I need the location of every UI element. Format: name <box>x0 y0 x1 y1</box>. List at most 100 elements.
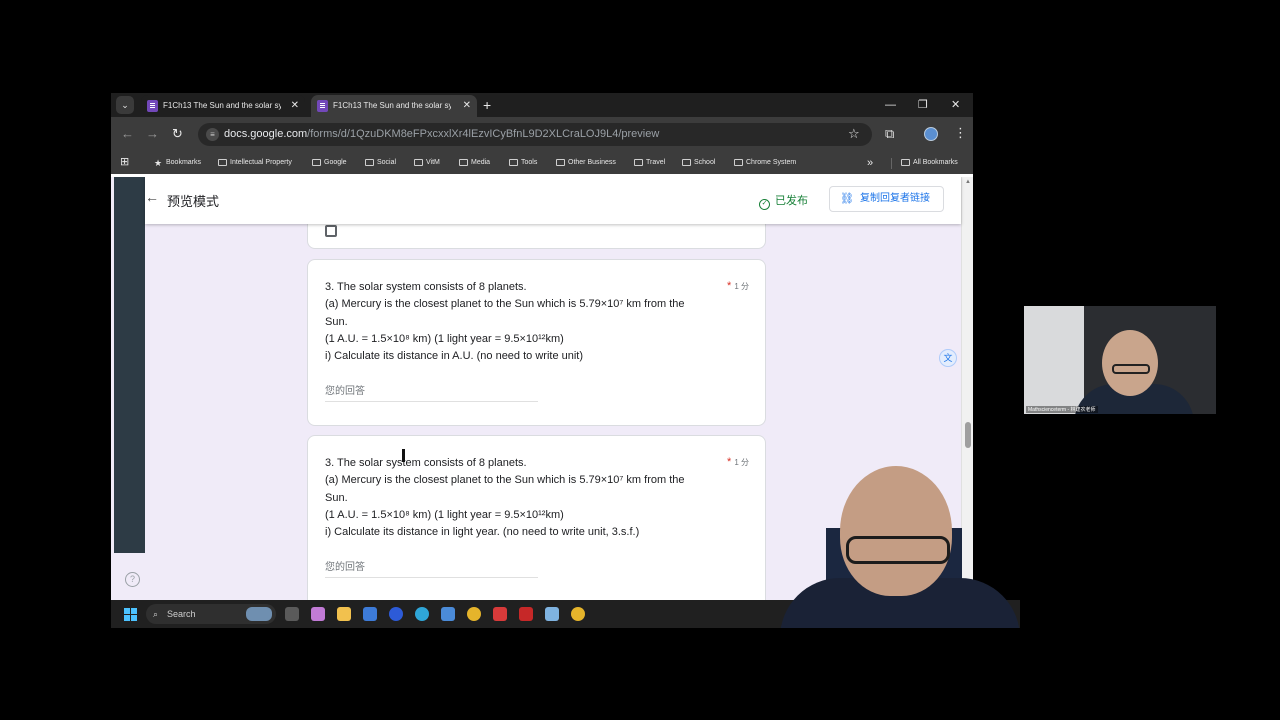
tab-title: F1Ch13 The Sun and the solar system <box>333 101 451 110</box>
webcam-background <box>1024 306 1084 414</box>
new-tab-button[interactable]: + <box>483 95 491 115</box>
address-bar[interactable]: ≡ docs.google.com/forms/d/1QzuDKM8eFPxcx… <box>198 123 872 146</box>
answer-input[interactable]: 您的回答 <box>325 382 538 402</box>
points-label: * 1 分 <box>727 456 749 468</box>
link-icon: ⛓ <box>840 193 854 205</box>
forward-icon[interactable]: → <box>146 126 159 142</box>
tab-active[interactable]: F1Ch13 The Sun and the solar system ✕ <box>311 95 477 117</box>
bookmark-folder[interactable]: School <box>682 152 715 174</box>
search-highlight-icon <box>246 607 272 621</box>
help-icon[interactable]: ? <box>125 572 140 587</box>
wps-icon[interactable] <box>493 607 507 621</box>
copilot-icon[interactable] <box>311 607 325 621</box>
notes-icon[interactable] <box>545 607 559 621</box>
tab-title: F1Ch13 The Sun and the solar system <box>163 101 281 110</box>
webcam-person <box>1102 330 1158 396</box>
task-view-icon[interactable] <box>285 607 299 621</box>
copy-responder-link-button[interactable]: ⛓ 复制回复者链接 <box>829 186 944 212</box>
tab-strip: ⌄ F1Ch13 The Sun and the solar system ✕ … <box>111 93 973 117</box>
tab-search-button[interactable]: ⌄ <box>116 96 134 114</box>
question-text: 3. The solar system consists of 8 planet… <box>325 281 685 363</box>
webcam-label: Mathscienceterm - 林建农老师 <box>1026 406 1098 413</box>
bookmark-folder[interactable]: Chrome System <box>734 152 796 174</box>
close-icon[interactable]: ✕ <box>463 95 471 117</box>
folder-icon <box>414 159 423 166</box>
translate-icon[interactable]: 文 <box>939 349 957 367</box>
browser-toolbar: ← → ↻ ≡ docs.google.com/forms/d/1QzuDKM8… <box>111 117 973 152</box>
store-icon[interactable] <box>363 607 377 621</box>
form-header: ← 预览模式 ✓ 已发布 ⛓ 复制回复者链接 <box>145 177 961 224</box>
folder-icon <box>682 159 691 166</box>
folder-icon <box>901 159 910 166</box>
answer-input[interactable]: 您的回答 <box>325 558 538 578</box>
bookmark-folder[interactable]: Media <box>459 152 490 174</box>
bookmark-bookmarks[interactable]: ★ Bookmarks <box>154 152 201 174</box>
webcam-person <box>840 466 952 596</box>
folder-icon <box>218 159 227 166</box>
folder-icon <box>734 159 743 166</box>
bookmark-folder[interactable]: Intellectual Property <box>218 152 292 174</box>
all-bookmarks[interactable]: All Bookmarks <box>901 152 958 174</box>
notepad-icon[interactable] <box>441 607 455 621</box>
folder-icon <box>634 159 643 166</box>
google-forms-icon <box>147 100 158 112</box>
webcam-person <box>846 536 950 564</box>
restore-button[interactable]: ❐ <box>918 97 928 113</box>
page-title: 预览模式 <box>167 194 220 209</box>
bookmark-folder[interactable]: Social <box>365 152 396 174</box>
bookmark-folder[interactable]: Other Business <box>556 152 616 174</box>
folder-icon <box>312 159 321 166</box>
url-text: docs.google.com/forms/d/1QzuDKM8eFPxcxxl… <box>224 128 660 140</box>
extensions-icon[interactable]: ⧉ <box>885 126 894 142</box>
question-text: 3. The solar system consists of 8 planet… <box>325 457 685 539</box>
reload-icon[interactable]: ↻ <box>172 126 183 142</box>
screen: ⌄ F1Ch13 The Sun and the solar system ✕ … <box>0 0 1280 720</box>
avatar[interactable] <box>924 127 938 141</box>
check-circle-icon: ✓ <box>759 199 770 210</box>
l-app-icon[interactable] <box>519 607 533 621</box>
bookmark-folder[interactable]: Tools <box>509 152 537 174</box>
search-icon: ⌕ <box>153 609 159 619</box>
back-icon[interactable]: ← <box>121 126 134 142</box>
divider <box>891 158 892 169</box>
bookmark-star-icon[interactable]: ☆ <box>848 126 860 142</box>
folder-icon <box>509 159 518 166</box>
bookmarks-overflow-icon[interactable]: » <box>867 152 873 174</box>
webcam-overlay <box>780 460 1020 628</box>
star-icon: ★ <box>154 158 163 168</box>
close-icon[interactable]: ✕ <box>291 95 299 117</box>
google-forms-icon <box>317 100 328 112</box>
windows-start-icon[interactable] <box>124 608 137 621</box>
folder-icon <box>556 159 565 166</box>
scrollbar-thumb[interactable] <box>965 422 971 448</box>
published-status[interactable]: ✓ 已发布 <box>759 192 808 210</box>
left-panel <box>114 177 145 553</box>
close-window-button[interactable]: ✕ <box>951 97 960 113</box>
question-card: 3. The solar system consists of 8 planet… <box>307 435 766 600</box>
apps-grid-icon[interactable]: ⊞ <box>120 157 131 168</box>
tab-inactive[interactable]: F1Ch13 The Sun and the solar system ✕ <box>141 95 305 117</box>
bookmark-folder[interactable]: Google <box>312 152 347 174</box>
checkbox[interactable] <box>325 225 337 237</box>
folder-icon <box>365 159 374 166</box>
bookmarks-bar: ⊞ ★ Bookmarks Intellectual Property Googl… <box>111 152 973 174</box>
zoom-icon[interactable] <box>389 607 403 621</box>
taskbar-search[interactable]: ⌕ Search <box>146 604 276 624</box>
chrome-icon[interactable] <box>467 607 481 621</box>
points-label: * 1 分 <box>727 280 749 292</box>
bookmark-folder[interactable]: Travel <box>634 152 665 174</box>
question-card: 3. The solar system consists of 8 planet… <box>307 259 766 426</box>
webcam-person <box>1112 364 1150 374</box>
file-explorer-icon[interactable] <box>337 607 351 621</box>
bookmark-folder[interactable]: VitM <box>414 152 440 174</box>
scroll-up-icon[interactable]: ▲ <box>965 179 971 185</box>
menu-kebab-icon[interactable]: ⋮ <box>954 125 967 141</box>
edge-icon[interactable] <box>415 607 429 621</box>
chrome-icon[interactable] <box>571 607 585 621</box>
back-arrow-icon[interactable]: ← <box>145 189 159 205</box>
minimize-button[interactable]: — <box>885 97 896 113</box>
text-cursor-icon <box>402 449 405 462</box>
site-info-icon[interactable]: ≡ <box>206 128 219 141</box>
folder-icon <box>459 159 468 166</box>
webcam-thumbnail: Mathscienceterm - 林建农老师 <box>1024 306 1216 414</box>
